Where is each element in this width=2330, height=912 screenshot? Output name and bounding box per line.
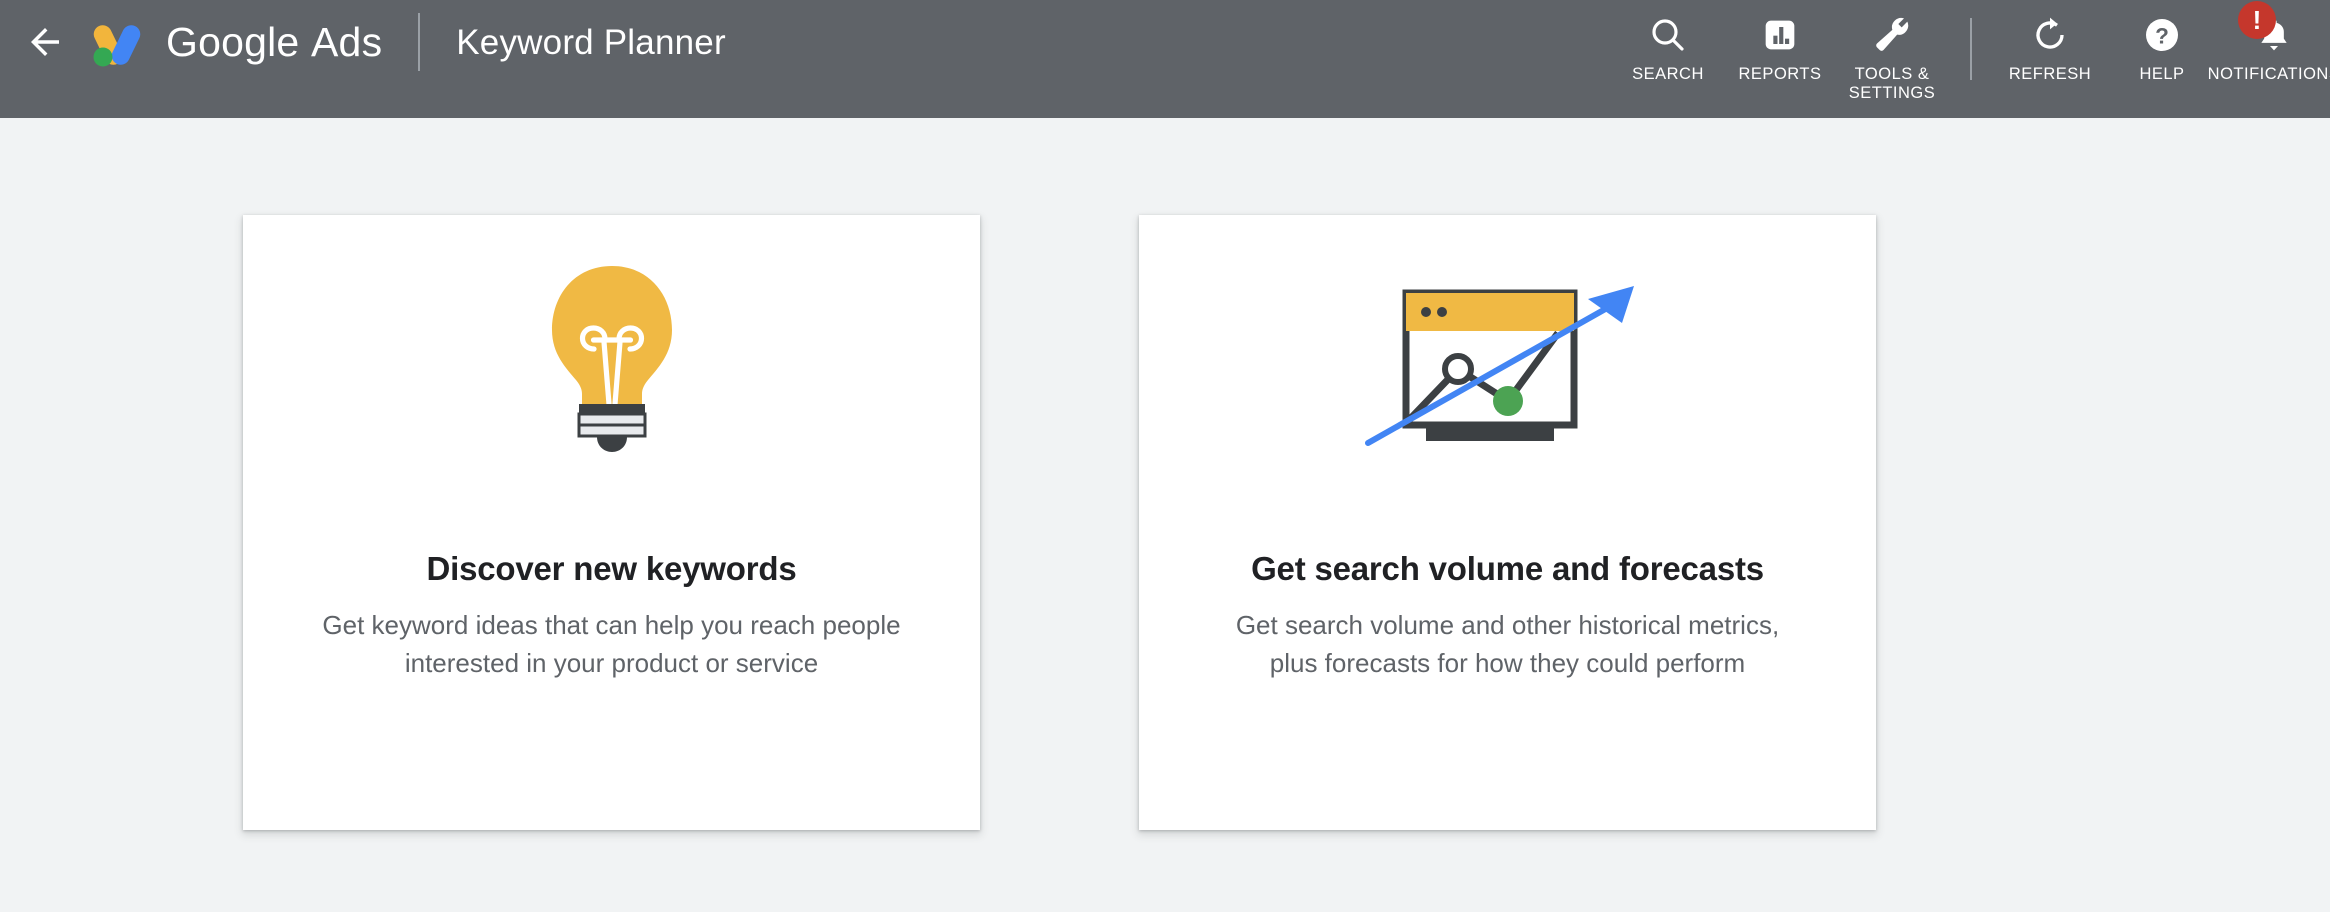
toolbar-item-reports[interactable]: REPORTS (1724, 8, 1836, 84)
reports-icon (1760, 14, 1800, 56)
brand-name[interactable]: Google Ads (166, 18, 383, 65)
card-title-forecasts: Get search volume and forecasts (1251, 550, 1764, 587)
brand-google: Google (166, 18, 300, 65)
app-header: Google Ads Keyword Planner SEARCH REPORT… (0, 0, 2330, 132)
toolbar-label-refresh: REFRESH (2008, 65, 2092, 83)
toolbar-item-help[interactable]: ? HELP (2106, 8, 2218, 84)
search-icon (1648, 14, 1688, 56)
notifications-badge: ! (2238, 1, 2276, 39)
refresh-icon (2030, 14, 2070, 56)
card-discover-new-keywords[interactable]: Discover new keywords Get keyword ideas … (243, 215, 980, 830)
bell-icon: ! (2238, 1, 2294, 56)
toolbar-label-help: HELP (2139, 65, 2185, 83)
card-description-discover: Get keyword ideas that can help you reac… (322, 609, 901, 678)
help-icon: ? (2142, 14, 2182, 56)
header-toolbar: SEARCH REPORTS TOOLS & SETTINGS REFRESH … (1612, 0, 2330, 118)
toolbar-label-reports: REPORTS (1738, 65, 1822, 83)
toolbar-label-tools-settings: TOOLS & SETTINGS (1848, 65, 1936, 103)
option-cards-row: Discover new keywords Get keyword ideas … (243, 215, 1876, 830)
lightbulb-icon (524, 254, 700, 489)
back-arrow-icon[interactable] (22, 19, 68, 65)
card-title-discover: Discover new keywords (426, 550, 797, 587)
toolbar-item-tools-settings[interactable]: TOOLS & SETTINGS (1836, 8, 1948, 104)
toolbar-divider (1970, 18, 1972, 80)
browser-chart-arrow-icon (1358, 261, 1658, 481)
toolbar-item-notifications[interactable]: ! NOTIFICATIONS (2208, 1, 2330, 84)
brand-ads: Ads (311, 18, 383, 65)
toolbar-label-notifications: NOTIFICATIONS (2207, 65, 2330, 83)
main-content: Discover new keywords Get keyword ideas … (0, 118, 2330, 912)
card-description-forecasts: Get search volume and other historical m… (1235, 609, 1780, 678)
page-title: Keyword Planner (456, 22, 726, 62)
google-ads-logo[interactable] (90, 16, 144, 68)
svg-text:?: ? (2155, 24, 2169, 49)
toolbar-item-search[interactable]: SEARCH (1612, 8, 1724, 84)
card-art-forecasts (1139, 215, 1876, 515)
card-art-discover (243, 215, 980, 515)
card-search-volume-forecasts[interactable]: Get search volume and forecasts Get sear… (1139, 215, 1876, 830)
header-left-group: Google Ads Keyword Planner (0, 0, 726, 84)
wrench-icon (1872, 14, 1912, 56)
toolbar-item-refresh[interactable]: REFRESH (1994, 8, 2106, 84)
header-divider (418, 13, 421, 71)
toolbar-label-search: SEARCH (1632, 65, 1704, 83)
